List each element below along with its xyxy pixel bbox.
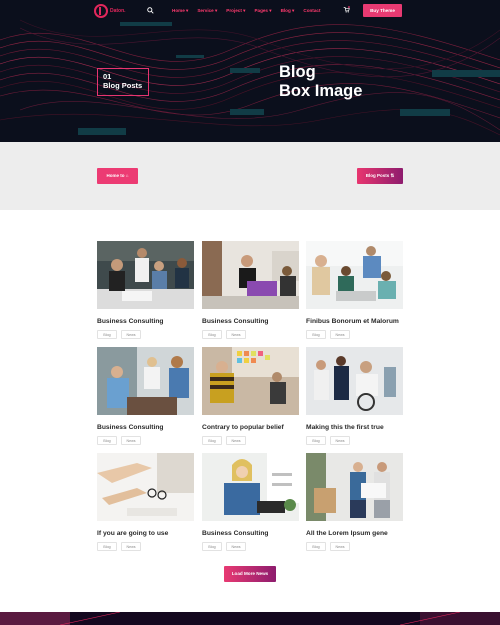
post-thumbnail[interactable]: [202, 453, 299, 521]
main-menu: Home ▾ Service ▾ Project ▾ Pages ▾ Blog …: [172, 8, 320, 14]
load-more-button[interactable]: Load More News: [224, 566, 276, 582]
post-title[interactable]: Business Consulting: [202, 317, 299, 326]
tag-blog[interactable]: Blog: [306, 330, 326, 339]
tag-news[interactable]: News: [226, 436, 246, 445]
blog-card[interactable]: All the Lorem Ipsum gene Blog News: [306, 453, 403, 551]
menu-item-contact[interactable]: Contact: [303, 8, 320, 14]
post-tags: Blog News: [202, 436, 299, 445]
tag-news[interactable]: News: [330, 542, 350, 551]
search-icon[interactable]: [147, 7, 154, 14]
post-thumbnail[interactable]: [306, 453, 403, 521]
buy-theme-button[interactable]: Buy Theme: [363, 4, 402, 17]
post-thumbnail[interactable]: [202, 241, 299, 309]
tag-news[interactable]: News: [330, 436, 350, 445]
footer-decoration: [0, 612, 500, 625]
blog-card[interactable]: Finibus Bonorum et Malorum Blog News: [306, 241, 403, 339]
post-thumbnail[interactable]: [306, 347, 403, 415]
decor-bar: [400, 109, 450, 116]
tag-news[interactable]: News: [330, 330, 350, 339]
decor-bar: [78, 128, 126, 135]
hero-banner: Daton. Home ▾ Service ▾ Project ▾ Pages …: [0, 0, 500, 142]
tag-blog[interactable]: Blog: [306, 436, 326, 445]
tag-news[interactable]: News: [121, 330, 141, 339]
blog-card[interactable]: Contrary to popular belief Blog News: [202, 347, 299, 445]
post-tags: Blog News: [202, 330, 299, 339]
page-title-line2: Box Image: [279, 82, 363, 100]
post-title[interactable]: Business Consulting: [97, 317, 194, 326]
page-counter-box: 01 Blog Posts: [97, 68, 149, 96]
home-breadcrumb-button[interactable]: Home to ⌂: [97, 168, 138, 184]
menu-item-project[interactable]: Project ▾: [226, 8, 245, 14]
post-tags: Blog News: [97, 436, 194, 445]
page-title-line1: Blog: [279, 63, 316, 81]
tag-blog[interactable]: Blog: [306, 542, 326, 551]
post-tags: Blog News: [97, 542, 194, 551]
decor-bar: [432, 70, 500, 77]
post-tags: Blog News: [306, 330, 403, 339]
menu-item-pages[interactable]: Pages ▾: [254, 8, 271, 14]
blog-card[interactable]: If you are going to use Blog News: [97, 453, 194, 551]
post-title[interactable]: If you are going to use: [97, 529, 194, 538]
post-thumbnail[interactable]: [97, 347, 194, 415]
cart-icon[interactable]: [343, 6, 350, 13]
tag-news[interactable]: News: [121, 542, 141, 551]
post-thumbnail[interactable]: [202, 347, 299, 415]
site-logo[interactable]: Daton.: [94, 4, 126, 18]
page-label: Blog Posts: [103, 81, 143, 90]
tag-news[interactable]: News: [121, 436, 141, 445]
decor-bar: [176, 55, 204, 58]
decor-bar: [230, 68, 260, 73]
post-tags: Blog News: [306, 542, 403, 551]
menu-item-blog[interactable]: Blog ▾: [281, 8, 295, 14]
blog-posts-breadcrumb-button[interactable]: Blog Posts ⇅: [357, 168, 403, 184]
tag-news[interactable]: News: [226, 330, 246, 339]
decor-bar: [120, 22, 172, 26]
menu-item-service[interactable]: Service ▾: [197, 8, 217, 14]
tag-blog[interactable]: Blog: [202, 436, 222, 445]
post-thumbnail[interactable]: [97, 241, 194, 309]
decor-bar: [230, 109, 264, 115]
page-title: Blog Box Image: [279, 63, 362, 101]
footer-band: [0, 612, 500, 625]
logo-mark-icon: [94, 4, 108, 18]
tag-news[interactable]: News: [226, 542, 246, 551]
tag-blog[interactable]: Blog: [97, 436, 117, 445]
tag-blog[interactable]: Blog: [97, 330, 117, 339]
post-title[interactable]: Contrary to popular belief: [202, 423, 299, 432]
tag-blog[interactable]: Blog: [202, 330, 222, 339]
menu-item-home[interactable]: Home ▾: [172, 8, 188, 14]
post-thumbnail[interactable]: [97, 453, 194, 521]
page-number: 01: [103, 72, 112, 81]
blog-card[interactable]: Business Consulting Blog News: [202, 241, 299, 339]
tag-blog[interactable]: Blog: [97, 542, 117, 551]
blog-card[interactable]: Making this the first true Blog News: [306, 347, 403, 445]
breadcrumb-strip: [0, 142, 500, 210]
post-tags: Blog News: [306, 436, 403, 445]
tag-blog[interactable]: Blog: [202, 542, 222, 551]
post-title[interactable]: Finibus Bonorum et Malorum: [306, 317, 403, 326]
post-title[interactable]: All the Lorem Ipsum gene: [306, 529, 403, 538]
post-title[interactable]: Making this the first true: [306, 423, 403, 432]
post-title[interactable]: Business Consulting: [202, 529, 299, 538]
post-thumbnail[interactable]: [306, 241, 403, 309]
logo-text: Daton.: [110, 8, 126, 14]
post-tags: Blog News: [202, 542, 299, 551]
post-tags: Blog News: [97, 330, 194, 339]
blog-card[interactable]: Business Consulting Blog News: [202, 453, 299, 551]
blog-card[interactable]: Business Consulting Blog News: [97, 241, 194, 339]
post-title[interactable]: Business Consulting: [97, 423, 194, 432]
blog-card[interactable]: Business Consulting Blog News: [97, 347, 194, 445]
